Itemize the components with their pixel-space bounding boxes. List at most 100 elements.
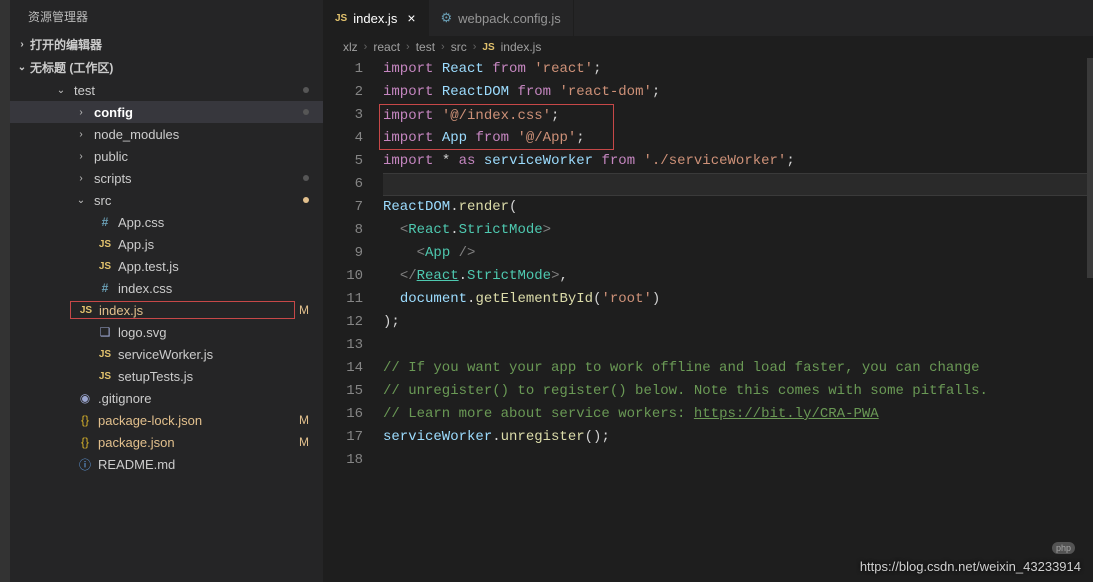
line-number: 14 <box>323 357 363 380</box>
open-editors-header[interactable]: › 打开的编辑器 <box>10 33 323 56</box>
file-item[interactable]: JSApp.js <box>10 233 323 255</box>
code-token: import <box>383 130 433 146</box>
code-token: import <box>383 153 433 169</box>
file-item[interactable]: #index.css <box>10 277 323 299</box>
code-token: serviceWorker <box>484 153 593 169</box>
file-item[interactable]: ◉.gitignore <box>10 387 323 409</box>
md-file-icon: ⓘ <box>76 456 94 473</box>
code-line[interactable]: </React.StrictMode>, <box>383 265 1093 288</box>
code-token <box>526 61 534 77</box>
file-item[interactable]: JSserviceWorker.js <box>10 343 323 365</box>
folder-item[interactable]: ›config <box>10 101 323 123</box>
activity-bar <box>0 0 10 582</box>
code-token: /> <box>459 245 476 261</box>
folder-item[interactable]: ›scripts <box>10 167 323 189</box>
code-token: < <box>417 245 425 261</box>
code-token <box>383 245 417 261</box>
breadcrumb[interactable]: xlz›react›test›src›JSindex.js <box>323 36 1093 58</box>
line-gutter: 123456789101112131415161718 <box>323 58 383 582</box>
chevron-right-icon: › <box>441 41 445 53</box>
file-item[interactable]: JSsetupTests.js <box>10 365 323 387</box>
file-label: logo.svg <box>118 325 323 340</box>
code-token <box>433 108 441 124</box>
editor-tabs: JSindex.js×⚙webpack.config.js <box>323 0 1093 36</box>
code-token <box>383 268 400 284</box>
code-line[interactable] <box>383 173 1093 196</box>
folder-item[interactable]: ⌄test <box>10 79 323 101</box>
code-line[interactable]: // unregister() to register() below. Not… <box>383 380 1093 403</box>
code-token: ); <box>383 314 400 330</box>
folder-item[interactable]: ›node_modules <box>10 123 323 145</box>
line-number: 16 <box>323 403 363 426</box>
code-token: ; <box>786 153 794 169</box>
chevron-down-icon: ⌄ <box>72 195 90 206</box>
code-token: from <box>492 61 526 77</box>
file-item[interactable]: ⓘREADME.md <box>10 453 323 475</box>
editor-tab[interactable]: ⚙webpack.config.js <box>429 0 574 36</box>
code-line[interactable]: import React from 'react'; <box>383 58 1093 81</box>
file-label: index.js <box>99 303 294 318</box>
code-token: . <box>492 429 500 445</box>
code-token: './serviceWorker' <box>644 153 787 169</box>
file-item[interactable]: #App.css <box>10 211 323 233</box>
json-file-icon: {} <box>76 413 94 427</box>
code-token: as <box>459 153 476 169</box>
breadcrumb-segment[interactable]: xlz <box>343 40 358 54</box>
code-line[interactable]: // Learn more about service workers: htt… <box>383 403 1093 426</box>
folder-item[interactable]: ⌄src <box>10 189 323 211</box>
breadcrumb-segment[interactable]: test <box>416 40 435 54</box>
code-token: 'root' <box>601 291 651 307</box>
tab-label: index.js <box>353 11 397 26</box>
breadcrumb-segment[interactable]: src <box>451 40 467 54</box>
line-number: 17 <box>323 426 363 449</box>
code-line[interactable] <box>383 334 1093 357</box>
breadcrumb-segment[interactable]: react <box>373 40 400 54</box>
file-item[interactable]: ❑logo.svg <box>10 321 323 343</box>
file-item[interactable]: JSApp.test.js <box>10 255 323 277</box>
code-line[interactable]: import ReactDOM from 'react-dom'; <box>383 81 1093 104</box>
folder-item[interactable]: ›public <box>10 145 323 167</box>
code-token: , <box>559 268 567 284</box>
file-label: package-lock.json <box>98 413 299 428</box>
code-token <box>433 153 441 169</box>
code-line[interactable]: import '@/index.css'; <box>379 104 614 127</box>
code-line[interactable]: import * as serviceWorker from './servic… <box>383 150 1093 173</box>
modified-badge: M <box>299 413 323 427</box>
minimap-indicator[interactable] <box>1087 58 1093 278</box>
code-line[interactable]: // If you want your app to work offline … <box>383 357 1093 380</box>
file-item[interactable]: JSindex.jsM <box>10 299 323 321</box>
code-line[interactable]: ReactDOM.render( <box>383 196 1093 219</box>
line-number: 4 <box>323 127 363 150</box>
explorer-sidebar: 资源管理器 › 打开的编辑器 ⌄ 无标题 (工作区) ⌄test›config›… <box>10 0 323 582</box>
file-item[interactable]: {} package-lock.jsonM <box>10 409 323 431</box>
open-editors-label: 打开的编辑器 <box>30 36 102 53</box>
code-line[interactable]: document.getElementById('root') <box>383 288 1093 311</box>
code-line[interactable] <box>383 449 1093 472</box>
code-token: > <box>543 222 551 238</box>
code-line[interactable]: <App /> <box>383 242 1093 265</box>
code-line[interactable]: serviceWorker.unregister(); <box>383 426 1093 449</box>
code-token: StrictMode <box>467 268 551 284</box>
editor-area: JSindex.js×⚙webpack.config.js xlz›react›… <box>323 0 1093 582</box>
code-line[interactable]: import App from '@/App'; <box>379 127 614 150</box>
js-file-icon: JS <box>482 42 494 53</box>
file-item[interactable]: {}package.jsonM <box>10 431 323 453</box>
breadcrumb-segment[interactable]: index.js <box>501 40 542 54</box>
editor-tab[interactable]: JSindex.js× <box>323 0 429 36</box>
js-file-icon: JS <box>77 305 95 316</box>
code-line[interactable]: <React.StrictMode> <box>383 219 1093 242</box>
code-line[interactable]: ); <box>383 311 1093 334</box>
line-number: 7 <box>323 196 363 219</box>
line-number: 10 <box>323 265 363 288</box>
code-token: '@/App' <box>517 130 576 146</box>
modified-badge: M <box>299 435 323 449</box>
status-dot-icon <box>303 109 309 115</box>
code-area: 123456789101112131415161718 import React… <box>323 58 1093 582</box>
file-label: .gitignore <box>98 391 323 406</box>
workspace-header[interactable]: ⌄ 无标题 (工作区) <box>10 56 323 79</box>
workspace-label: 无标题 (工作区) <box>30 59 113 76</box>
code-content[interactable]: import React from 'react';import ReactDO… <box>383 58 1093 582</box>
folder-label: config <box>94 105 303 120</box>
code-token: < <box>400 222 408 238</box>
close-icon[interactable]: × <box>407 10 415 26</box>
